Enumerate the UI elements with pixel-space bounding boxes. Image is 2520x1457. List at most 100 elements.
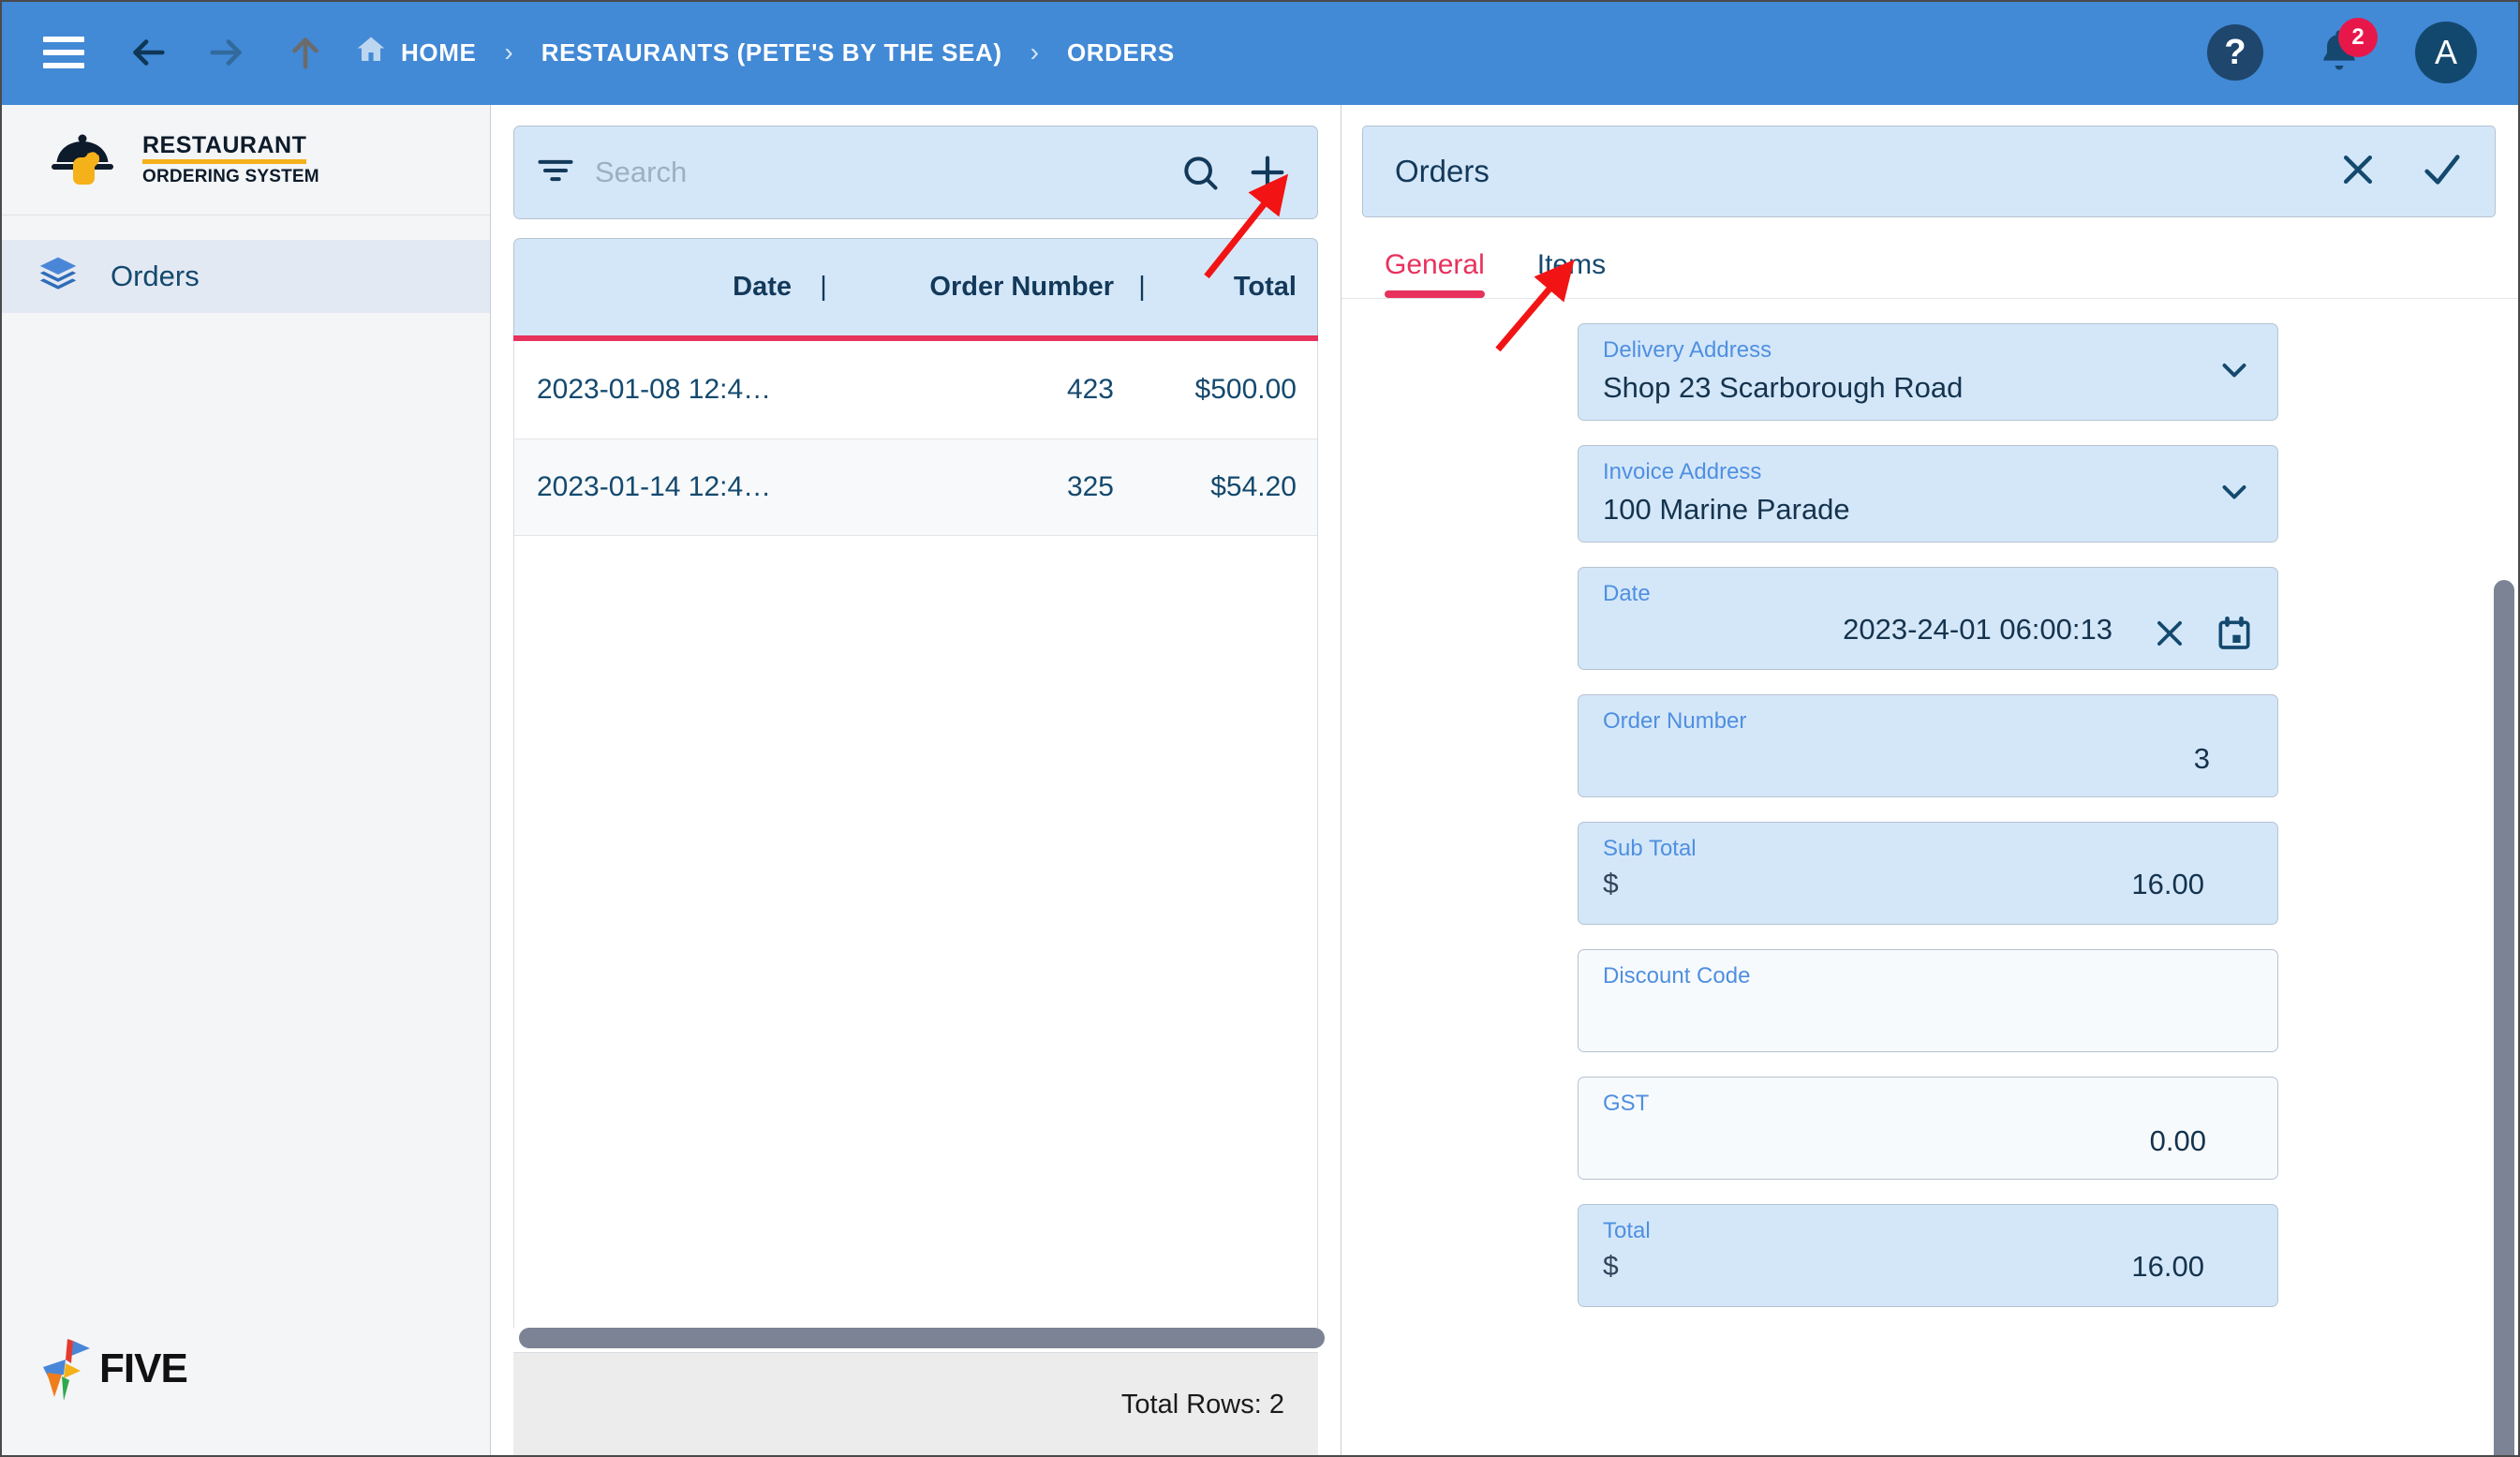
vertical-scrollbar-thumb[interactable] <box>2494 580 2514 1457</box>
column-header-date[interactable]: Date <box>514 272 795 303</box>
search-bar <box>513 126 1318 219</box>
orders-detail-panel: Orders General Items Delivery Address Sh… <box>1342 105 2520 1457</box>
breadcrumb-separator: › <box>1030 37 1039 67</box>
sidebar-footer: FIVE <box>0 1335 490 1457</box>
column-separator: | <box>820 272 827 302</box>
avatar[interactable]: A <box>2415 22 2477 83</box>
notification-badge: 2 <box>2338 18 2378 57</box>
table-row[interactable]: 2023-01-08 12:4… 423 $500.00 <box>514 341 1317 439</box>
field-label: Order Number <box>1603 708 1747 734</box>
chevron-down-icon[interactable] <box>2217 475 2251 513</box>
application-window: HOME › RESTAURANTS (PETE'S BY THE SEA) ›… <box>0 0 2520 1457</box>
field-label: Invoice Address <box>1603 459 1762 484</box>
clear-date-icon[interactable] <box>2152 616 2187 656</box>
app-logo: RESTAURANT ORDERING SYSTEM <box>0 105 490 216</box>
field-gst[interactable]: GST 0.00 <box>1578 1077 2278 1180</box>
hamburger-menu-icon[interactable] <box>43 37 84 68</box>
field-label: GST <box>1603 1091 1650 1116</box>
field-value: 0.00 <box>2149 1124 2206 1157</box>
detail-form-scroll-area: Delivery Address Shop 23 Scarborough Roa… <box>1342 299 2520 1457</box>
table-empty-area <box>513 536 1318 1328</box>
breadcrumb: HOME › RESTAURANTS (PETE'S BY THE SEA) ›… <box>354 33 1175 73</box>
page-title: Orders <box>1395 154 1490 188</box>
arrow-up-icon[interactable] <box>279 26 332 79</box>
field-value: 2023-24-01 06:00:13 <box>1843 613 2112 646</box>
field-order-number[interactable]: Order Number 3 <box>1578 694 2278 797</box>
filter-icon[interactable] <box>535 150 578 196</box>
tab-general[interactable]: General <box>1385 249 1485 298</box>
layers-icon <box>37 254 79 300</box>
main-body: RESTAURANT ORDERING SYSTEM Orders FIVE S… <box>0 105 2520 1457</box>
five-mark-icon <box>43 1339 90 1401</box>
field-value: 16.00 <box>2131 868 2204 900</box>
field-discount-code[interactable]: Discount Code <box>1578 949 2278 1052</box>
five-logo-text: FIVE <box>99 1345 188 1391</box>
notifications-button[interactable]: 2 <box>2310 18 2378 82</box>
column-separator: | <box>1138 272 1146 302</box>
plus-icon[interactable] <box>1242 147 1293 198</box>
horizontal-scrollbar-track[interactable] <box>513 1328 1325 1352</box>
cloche-hand-logo-icon <box>39 126 126 194</box>
detail-header-wrap: Orders <box>1342 105 2520 217</box>
field-value: 100 Marine Parade <box>1603 493 1850 526</box>
list-footer: Total Rows: 2 <box>513 1352 1318 1457</box>
horizontal-scrollbar-wrap <box>491 1328 1341 1352</box>
sidebar-item-label: Orders <box>111 260 200 292</box>
help-icon[interactable]: ? <box>2207 24 2263 81</box>
logo-subtitle: ORDERING SYSTEM <box>142 167 319 186</box>
table-header-wrap: Date | Order Number | Total <box>491 230 1341 341</box>
field-delivery-address[interactable]: Delivery Address Shop 23 Scarborough Roa… <box>1578 323 2278 421</box>
field-sub-total[interactable]: Sub Total $ 16.00 <box>1578 822 2278 925</box>
field-invoice-address[interactable]: Invoice Address 100 Marine Parade <box>1578 445 2278 543</box>
breadcrumb-item-orders[interactable]: ORDERS <box>1067 38 1175 67</box>
table-row[interactable]: 2023-01-14 12:4… 325 $54.20 <box>514 439 1317 536</box>
field-row: $ 16.00 <box>1603 1250 2249 1284</box>
search-icon[interactable] <box>1175 147 1225 198</box>
field-total[interactable]: Total $ 16.00 <box>1578 1204 2278 1307</box>
search-input[interactable] <box>595 156 1158 189</box>
cell-date: 2023-01-14 12:4… <box>537 471 772 502</box>
breadcrumb-separator: › <box>504 37 513 67</box>
field-label: Total <box>1603 1218 1651 1243</box>
check-icon[interactable] <box>2420 148 2463 196</box>
topbar-actions: ? 2 A <box>2207 18 2488 83</box>
total-rows-label: Total Rows: 2 <box>1120 1390 1284 1420</box>
cell-date: 2023-01-08 12:4… <box>537 374 772 405</box>
field-label: Sub Total <box>1603 836 1697 861</box>
field-value: 3 <box>2193 742 2210 775</box>
arrow-left-icon[interactable] <box>122 26 174 79</box>
breadcrumb-label: RESTAURANTS (PETE'S BY THE SEA) <box>541 37 1002 67</box>
detail-form: Delivery Address Shop 23 Scarborough Roa… <box>1578 323 2278 1307</box>
column-header-order-number[interactable]: Order Number <box>852 272 1114 303</box>
table-header: Date | Order Number | Total <box>513 238 1318 341</box>
tab-items[interactable]: Items <box>1537 249 1606 298</box>
sidebar-item-orders[interactable]: Orders <box>0 240 490 313</box>
detail-tabs: General Items <box>1342 217 2520 298</box>
cell-total: $54.20 <box>1210 471 1297 502</box>
top-navigation-bar: HOME › RESTAURANTS (PETE'S BY THE SEA) ›… <box>0 0 2520 105</box>
field-value: 16.00 <box>2131 1250 2204 1283</box>
cell-order-number: 423 <box>1066 374 1114 405</box>
column-header-total[interactable]: Total <box>1170 272 1317 303</box>
currency-symbol: $ <box>1603 869 1619 899</box>
field-label: Date <box>1603 581 1651 606</box>
chevron-down-icon[interactable] <box>2217 353 2251 392</box>
currency-symbol: $ <box>1603 1251 1619 1282</box>
home-icon <box>354 33 388 73</box>
breadcrumb-item-home[interactable]: HOME <box>354 33 476 73</box>
close-icon[interactable] <box>2337 149 2379 195</box>
arrow-right-icon[interactable] <box>200 26 253 79</box>
search-row <box>491 105 1341 230</box>
field-date[interactable]: Date 2023-24-01 06:00:13 <box>1578 567 2278 670</box>
logo-title: RESTAURANT <box>142 134 307 164</box>
date-field-actions <box>2152 615 2253 657</box>
cell-total: $500.00 <box>1194 374 1297 405</box>
sidebar: RESTAURANT ORDERING SYSTEM Orders FIVE <box>0 105 491 1457</box>
calendar-icon[interactable] <box>2216 615 2253 657</box>
horizontal-scrollbar-thumb[interactable] <box>519 1328 1325 1348</box>
field-value: Shop 23 Scarborough Road <box>1603 371 1964 404</box>
field-label: Delivery Address <box>1603 337 1772 363</box>
breadcrumb-item-restaurants[interactable]: RESTAURANTS (PETE'S BY THE SEA) <box>541 38 1002 67</box>
cell-order-number: 325 <box>1066 471 1114 502</box>
breadcrumb-label: HOME <box>401 37 477 67</box>
